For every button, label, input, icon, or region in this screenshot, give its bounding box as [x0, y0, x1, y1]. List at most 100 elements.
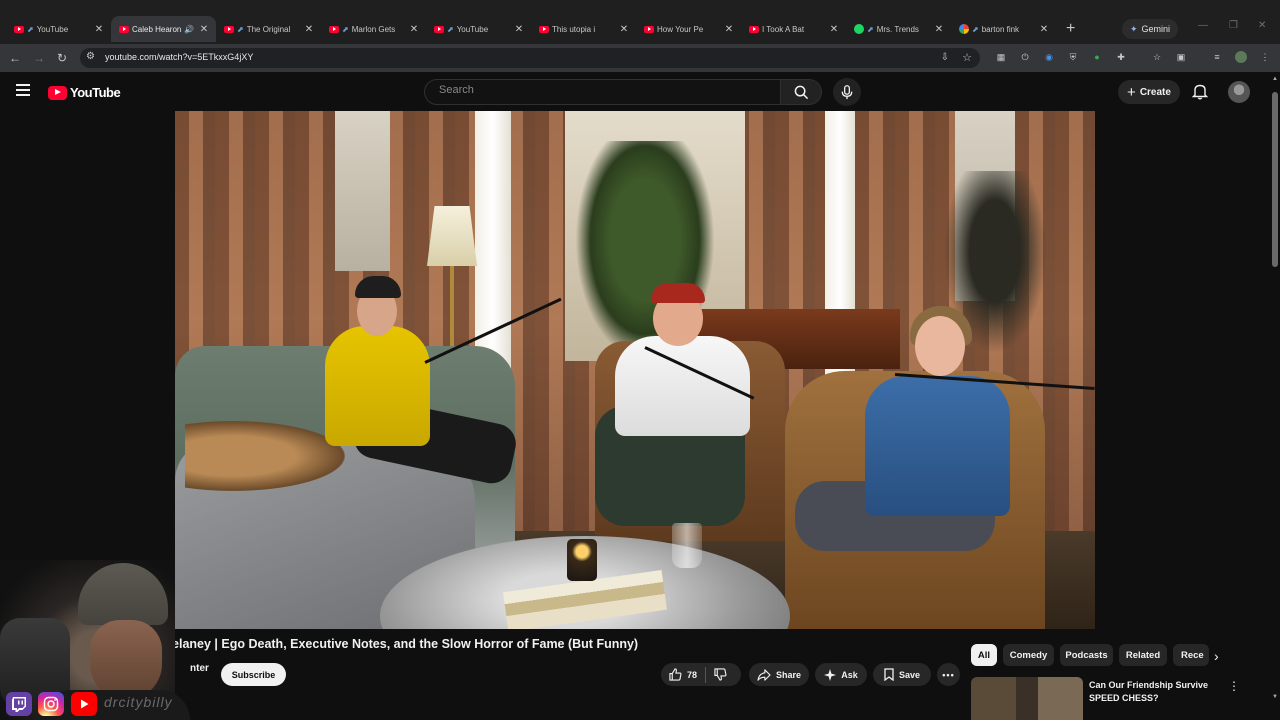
create-button[interactable]: + Create — [1118, 80, 1180, 104]
video-scene-person-1 — [355, 276, 401, 298]
pin-icon: ⬈ — [342, 24, 349, 34]
close-icon[interactable]: ✕ — [513, 24, 525, 35]
browser-tab[interactable]: ⬈ Marlon Gets ✕ — [321, 16, 426, 42]
address-bar[interactable]: ⚙ youtube.com/watch?v=5ETkxxG4jXY ⇩ ☆ — [80, 48, 980, 68]
window-close-icon[interactable]: ✕ — [1258, 20, 1266, 31]
close-icon[interactable]: ✕ — [198, 24, 210, 35]
pin-icon: ⬈ — [972, 24, 979, 34]
minimize-icon[interactable]: — — [1198, 20, 1208, 31]
speaker-icon[interactable]: 🔊 — [184, 25, 194, 34]
puzzle-icon[interactable]: ✚ — [1115, 51, 1127, 63]
close-icon[interactable]: ✕ — [93, 24, 105, 35]
tab-title: Mrs. Trends — [876, 24, 919, 34]
chip-comedy[interactable]: Comedy — [1003, 644, 1054, 666]
reload-icon[interactable]: ↻ — [54, 50, 70, 66]
kebab-menu-icon[interactable]: ⋮ — [1259, 51, 1271, 63]
video-scene-person-1 — [325, 326, 430, 446]
back-icon[interactable]: ← — [7, 50, 23, 66]
browser-tab[interactable]: I Took A Bat ✕ — [741, 16, 846, 42]
chip-podcasts[interactable]: Podcasts — [1060, 644, 1113, 666]
video-player[interactable] — [175, 111, 1095, 629]
like-button[interactable]: 78 — [661, 663, 705, 686]
tab-title: How Your Pe — [657, 24, 704, 34]
channel-name[interactable]: nter — [190, 663, 209, 674]
scroll-up-icon[interactable]: ▲ — [1272, 76, 1278, 82]
power-icon[interactable]: ⏻ — [1019, 51, 1031, 63]
youtube-logo[interactable]: YouTube — [48, 85, 121, 100]
sparkle-icon — [824, 668, 837, 681]
close-icon[interactable]: ✕ — [303, 24, 315, 35]
extension-icon[interactable]: ● — [1091, 51, 1103, 63]
ask-label: Ask — [841, 669, 858, 680]
install-icon[interactable]: ⇩ — [937, 50, 953, 66]
recommendation-thumbnail[interactable] — [971, 677, 1083, 720]
browser-tab[interactable]: ⬈ The Original ✕ — [216, 16, 321, 42]
gemini-button[interactable]: ✦ Gemini — [1122, 19, 1178, 39]
profile-icon[interactable] — [1235, 51, 1247, 63]
notifications-bell-icon[interactable] — [1192, 83, 1208, 100]
account-avatar[interactable] — [1228, 81, 1250, 103]
extension-icon[interactable]: ▦ — [995, 51, 1007, 63]
browser-tab[interactable]: This utopia i ✕ — [531, 16, 636, 42]
sidepanel-icon[interactable]: ▣ — [1175, 51, 1187, 63]
forward-icon[interactable]: → — [31, 50, 47, 66]
thumbs-up-icon — [669, 668, 682, 681]
browser-toolbar: ← → ↻ ⚙ youtube.com/watch?v=5ETkxxG4jXY … — [0, 44, 1280, 72]
tab-title: The Original — [246, 24, 291, 34]
browser-tab[interactable]: ⬈ YouTube ✕ — [426, 16, 531, 42]
bookmarks-icon[interactable]: ☆ — [1151, 51, 1163, 63]
chip-all[interactable]: All — [971, 644, 997, 666]
restore-icon[interactable]: ❐ — [1229, 20, 1238, 31]
video-scene-person-2 — [651, 283, 705, 303]
tab-title: Marlon Gets — [351, 24, 396, 34]
subscribe-button[interactable]: Subscribe — [221, 663, 286, 686]
youtube-icon — [329, 24, 339, 34]
browser-tab-active[interactable]: Caleb Hearon 🔊 ✕ — [111, 16, 216, 42]
close-icon[interactable]: ✕ — [618, 24, 630, 35]
audio-extension-icon[interactable]: ◉ — [1043, 51, 1055, 63]
search-button[interactable] — [781, 79, 822, 105]
chip-related[interactable]: Related — [1119, 644, 1167, 666]
close-icon[interactable]: ✕ — [408, 24, 420, 35]
browser-tab[interactable]: How Your Pe ✕ — [636, 16, 741, 42]
pin-icon: ⬈ — [237, 24, 244, 34]
close-icon[interactable]: ✕ — [828, 24, 840, 35]
recommendation-title[interactable]: Can Our Friendship Survive SPEED CHESS? — [1089, 679, 1209, 704]
plus-icon: + — [1127, 83, 1136, 101]
close-icon[interactable]: ✕ — [1038, 24, 1050, 35]
video-title: Delaney | Ego Death, Executive Notes, an… — [163, 637, 639, 651]
ask-button[interactable]: Ask — [815, 663, 867, 686]
save-button[interactable]: Save — [873, 663, 931, 686]
hamburger-menu-icon[interactable] — [16, 84, 30, 96]
youtube-icon — [119, 24, 129, 34]
share-arrow-icon — [757, 668, 771, 681]
close-icon[interactable]: ✕ — [723, 24, 735, 35]
scrollbar-thumb[interactable] — [1272, 92, 1278, 267]
chevron-right-icon[interactable]: › — [1214, 648, 1219, 664]
browser-tab[interactable]: ⬈ barton fink ✕ — [951, 16, 1056, 42]
voice-search-button[interactable] — [833, 78, 861, 106]
new-tab-button[interactable]: + — [1066, 20, 1075, 38]
kebab-menu-icon[interactable]: ⋮ — [1228, 679, 1240, 693]
search-box[interactable] — [424, 79, 781, 105]
browser-tab[interactable]: ⬈ Mrs. Trends ✕ — [846, 16, 951, 42]
close-icon[interactable]: ✕ — [933, 24, 945, 35]
bookmark-star-icon[interactable]: ☆ — [959, 50, 975, 66]
search-input[interactable] — [439, 84, 769, 96]
url-text[interactable]: youtube.com/watch?v=5ETkxxG4jXY — [105, 52, 253, 62]
shield-icon[interactable]: ⛨ — [1067, 51, 1079, 63]
scroll-down-icon[interactable]: ▼ — [1272, 694, 1278, 700]
chip-recent[interactable]: Rece — [1173, 644, 1209, 666]
share-button[interactable]: Share — [749, 663, 809, 686]
page-scrollbar[interactable]: ▲ ▼ — [1270, 72, 1280, 720]
pin-icon: ⬈ — [27, 24, 34, 34]
search-icon — [794, 85, 808, 99]
video-scene-person-3 — [865, 376, 1010, 516]
site-info-icon[interactable]: ⚙ — [86, 51, 95, 62]
microphone-icon — [841, 84, 853, 99]
reading-list-icon[interactable]: ≡ — [1211, 51, 1223, 63]
more-actions-button[interactable]: ••• — [937, 663, 960, 686]
browser-tab[interactable]: ⬈ YouTube ✕ — [6, 16, 111, 42]
video-scene-dog — [185, 421, 345, 491]
dislike-button[interactable] — [706, 663, 735, 686]
